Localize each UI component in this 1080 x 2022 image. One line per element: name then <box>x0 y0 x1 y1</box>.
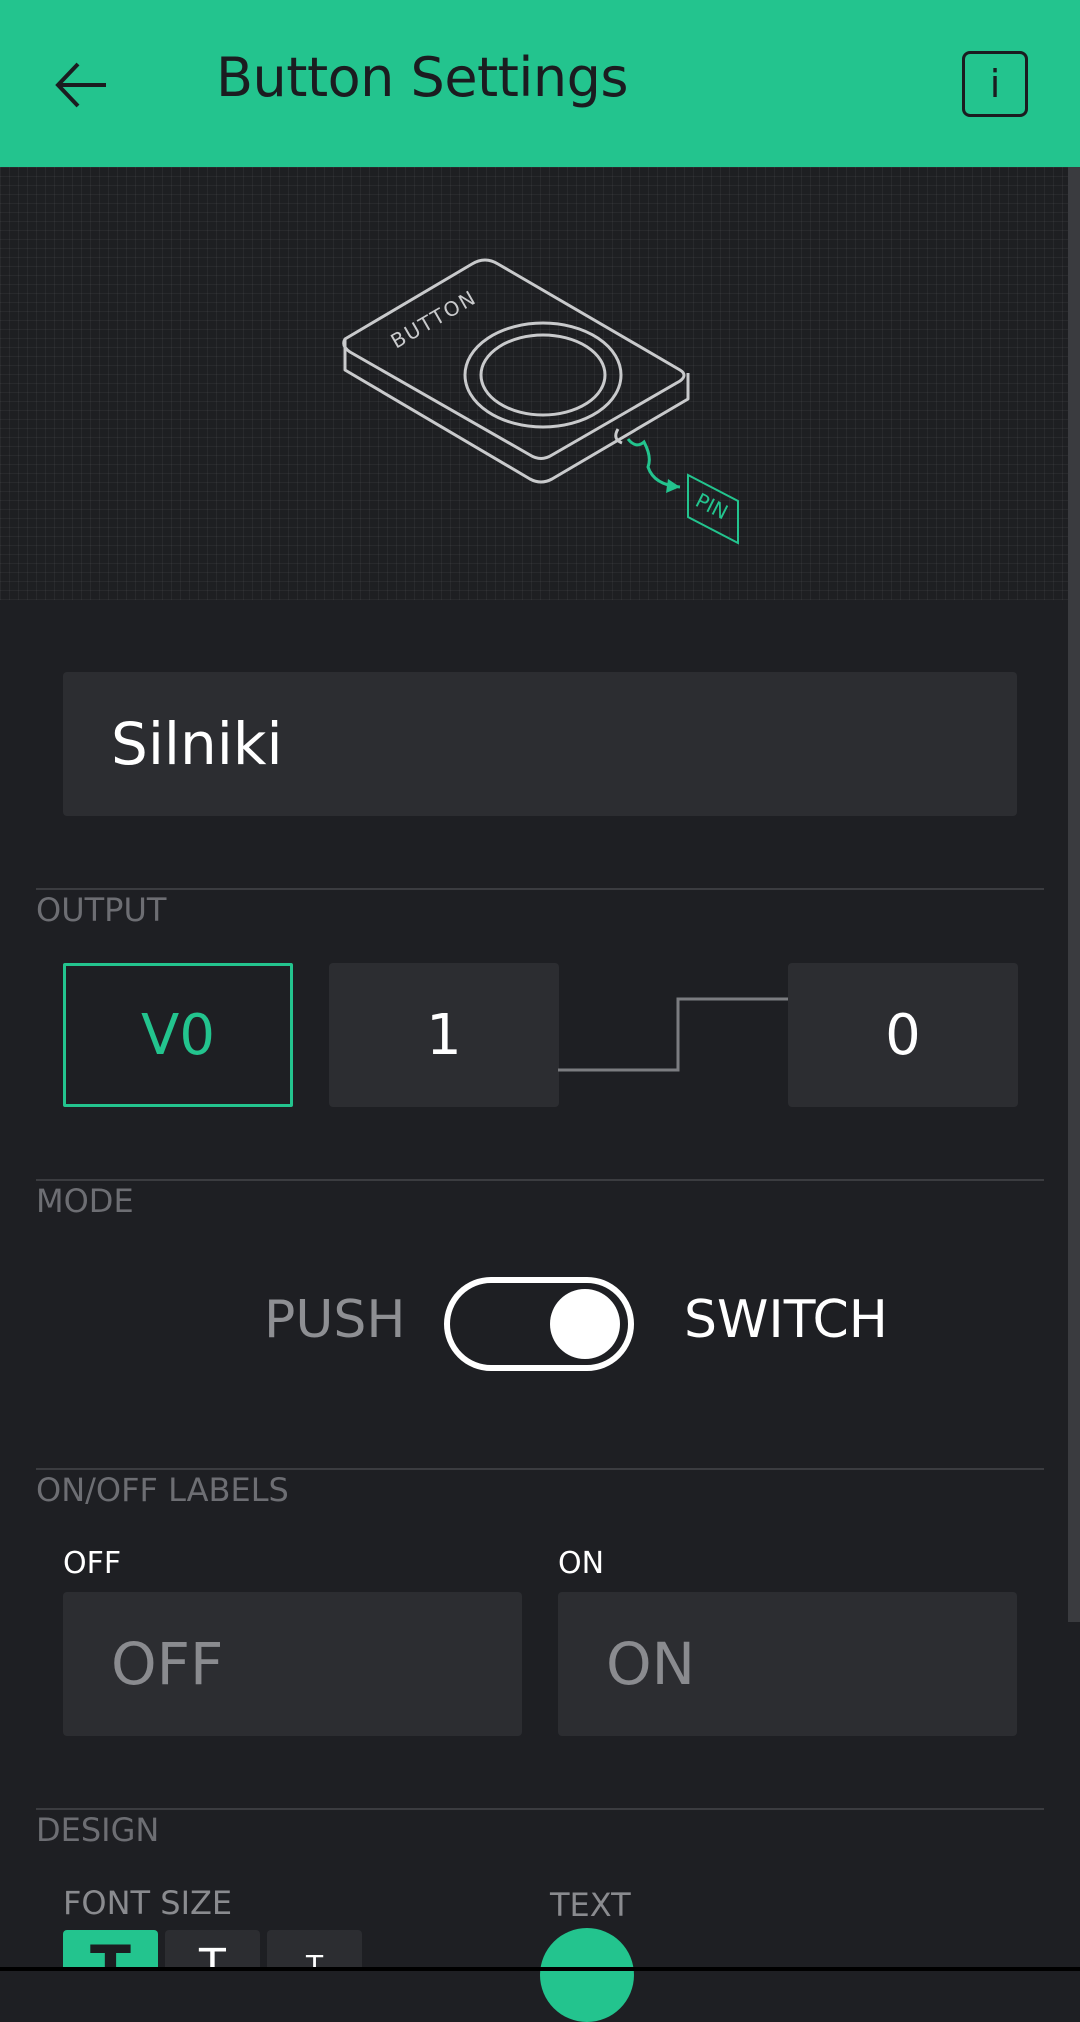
toggle-knob <box>550 1289 620 1359</box>
design-section-label: DESIGN <box>36 1811 160 1849</box>
back-arrow-icon[interactable] <box>50 52 116 118</box>
button-device-label: BUTTON <box>387 285 481 353</box>
widget-illustration: BUTTON PIN <box>0 167 1068 600</box>
font-size-label: FONT SIZE <box>63 1884 233 1922</box>
font-size-large-button[interactable]: T <box>63 1930 158 1971</box>
widget-name-input[interactable]: Silniki <box>63 672 1017 816</box>
on-label-caption: ON <box>558 1546 605 1581</box>
text-color-swatch[interactable] <box>540 1928 634 2022</box>
divider <box>36 1808 1044 1810</box>
labels-section-label: ON/OFF LABELS <box>36 1471 289 1509</box>
divider <box>36 888 1044 890</box>
off-label-caption: OFF <box>63 1546 122 1581</box>
divider <box>36 1179 1044 1181</box>
text-color-label: TEXT <box>550 1886 631 1924</box>
button-device-illustration: BUTTON PIN <box>342 258 739 545</box>
off-label-input[interactable]: OFF <box>63 1592 522 1736</box>
scrollbar[interactable] <box>1068 167 1080 1622</box>
mode-section-label: MODE <box>36 1182 134 1220</box>
pin-label: PIN <box>692 488 732 524</box>
font-size-small-button[interactable]: T <box>267 1930 362 1971</box>
page-title: Button Settings <box>216 46 629 109</box>
output-section-label: OUTPUT <box>36 891 167 929</box>
mode-toggle[interactable] <box>444 1277 634 1371</box>
step-connector <box>558 997 788 1072</box>
switch-mode-label[interactable]: SWITCH <box>684 1290 888 1350</box>
divider <box>36 1468 1044 1470</box>
push-mode-label[interactable]: PUSH <box>264 1290 406 1350</box>
info-button[interactable]: i <box>962 51 1028 117</box>
on-label-input[interactable]: ON <box>558 1592 1017 1736</box>
on-value-input[interactable]: 1 <box>329 963 559 1107</box>
off-value-input[interactable]: 0 <box>788 963 1018 1107</box>
app-header: Button Settings i <box>0 0 1080 167</box>
screen-bottom-edge <box>0 1967 1080 1971</box>
font-size-medium-button[interactable]: T <box>165 1930 260 1971</box>
pin-select[interactable]: V0 <box>63 963 293 1107</box>
